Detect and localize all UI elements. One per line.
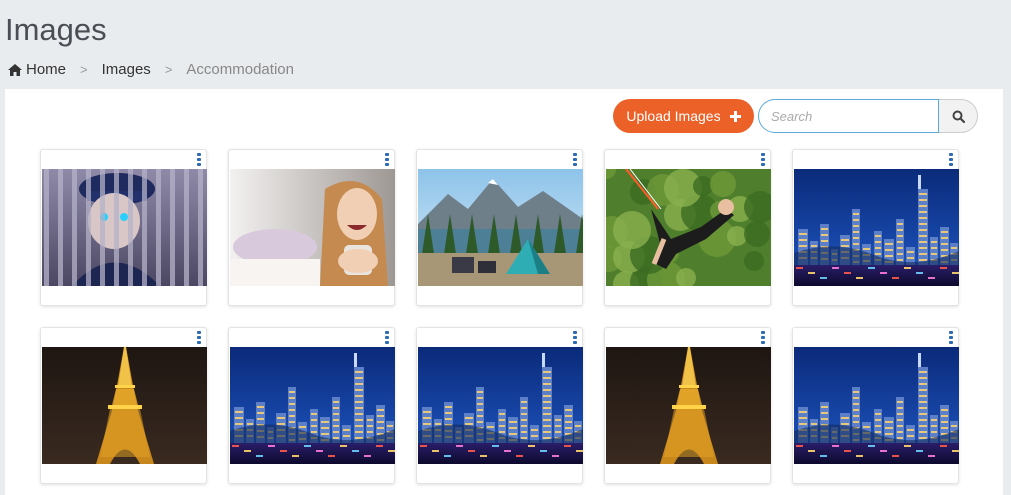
gallery-panel: Upload Images	[5, 89, 1003, 495]
upload-images-label: Upload Images	[626, 108, 721, 124]
kebab-menu-icon[interactable]	[761, 331, 765, 345]
image-thumbnail[interactable]	[418, 169, 583, 286]
kebab-menu-icon[interactable]	[197, 153, 201, 167]
image-card[interactable]	[228, 149, 395, 306]
image-thumbnail[interactable]	[606, 347, 771, 464]
kebab-menu-icon[interactable]	[761, 153, 765, 167]
image-card[interactable]	[416, 327, 583, 484]
search-bar	[758, 99, 978, 133]
kebab-menu-icon[interactable]	[949, 331, 953, 345]
image-card[interactable]	[228, 327, 395, 484]
image-card[interactable]	[792, 327, 959, 484]
kebab-menu-icon[interactable]	[385, 331, 389, 345]
search-input[interactable]	[758, 99, 939, 133]
breadcrumb-current: Accommodation	[186, 61, 294, 78]
breadcrumb: Home > Images > Accommodation	[8, 61, 294, 78]
kebab-menu-icon[interactable]	[573, 153, 577, 167]
image-thumbnail[interactable]	[230, 347, 395, 464]
kebab-menu-icon[interactable]	[573, 331, 577, 345]
image-thumbnail[interactable]	[230, 169, 395, 286]
image-card[interactable]	[604, 149, 771, 306]
page-title: Images	[5, 12, 107, 47]
image-thumbnail[interactable]	[42, 347, 207, 464]
plus-icon	[729, 110, 741, 122]
search-icon	[952, 110, 965, 123]
breadcrumb-separator-icon: >	[80, 62, 88, 77]
image-thumbnail[interactable]	[794, 169, 959, 286]
image-card[interactable]	[604, 327, 771, 484]
upload-images-button[interactable]: Upload Images	[613, 99, 754, 133]
image-thumbnail[interactable]	[418, 347, 583, 464]
image-card[interactable]	[40, 327, 207, 484]
kebab-menu-icon[interactable]	[949, 153, 953, 167]
search-button[interactable]	[939, 99, 978, 133]
image-thumbnail[interactable]	[794, 347, 959, 464]
kebab-menu-icon[interactable]	[197, 331, 201, 345]
breadcrumb-home-link[interactable]: Home	[26, 61, 66, 78]
image-thumbnail[interactable]	[42, 169, 207, 286]
image-card[interactable]	[792, 149, 959, 306]
kebab-menu-icon[interactable]	[385, 153, 389, 167]
image-card[interactable]	[416, 149, 583, 306]
image-thumbnail[interactable]	[606, 169, 771, 286]
home-icon	[8, 63, 22, 76]
breadcrumb-separator-icon: >	[164, 62, 173, 77]
breadcrumb-images-link[interactable]: Images	[102, 61, 151, 78]
image-card[interactable]	[40, 149, 207, 306]
